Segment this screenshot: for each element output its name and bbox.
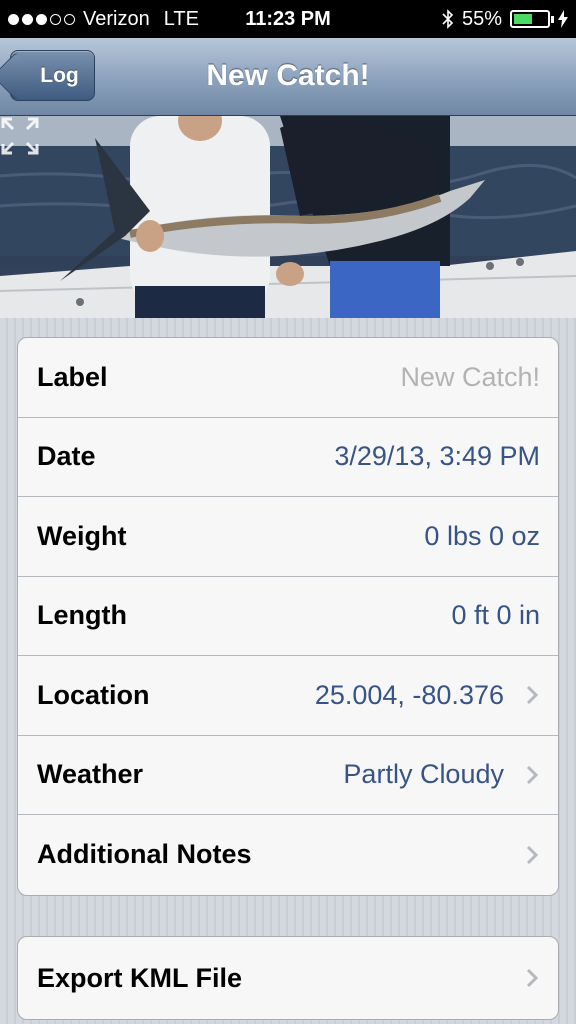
row-label[interactable]: Label New Catch! (18, 338, 558, 418)
chevron-right-icon (526, 844, 540, 866)
weather-value: Partly Cloudy (343, 759, 504, 790)
row-weight[interactable]: Weight 0 lbs 0 oz (18, 497, 558, 577)
row-length-title: Length (37, 600, 127, 631)
status-right: 55% (442, 0, 568, 38)
back-button-label: Log (40, 63, 79, 87)
row-weather[interactable]: Weather Partly Cloudy (18, 736, 558, 815)
catch-photo-image (0, 116, 576, 318)
charging-icon (558, 10, 568, 28)
expand-icon[interactable] (0, 116, 40, 156)
status-bar: Verizon LTE 11:23 PM 55% (0, 0, 576, 38)
length-value: 0 ft 0 in (451, 600, 540, 631)
export-group: Export KML File (17, 936, 559, 1020)
label-field[interactable]: New Catch! (400, 362, 540, 393)
row-location[interactable]: Location 25.004, -80.376 (18, 656, 558, 736)
navigation-bar: Log New Catch! (0, 38, 576, 116)
row-additional-notes[interactable]: Additional Notes (18, 815, 558, 895)
date-value: 3/29/13, 3:49 PM (334, 441, 540, 472)
back-arrow-icon (0, 51, 41, 101)
row-location-title: Location (37, 679, 150, 710)
back-button[interactable]: Log (0, 50, 95, 101)
row-weather-title: Weather (37, 759, 144, 790)
location-value: 25.004, -80.376 (314, 679, 504, 710)
page-title: New Catch! (206, 59, 370, 92)
row-date[interactable]: Date 3/29/13, 3:49 PM (18, 418, 558, 497)
catch-details-group: Label New Catch! Date 3/29/13, 3:49 PM W… (17, 337, 559, 896)
catch-photo[interactable] (0, 116, 576, 318)
chevron-right-icon (526, 684, 540, 706)
row-length[interactable]: Length 0 ft 0 in (18, 577, 558, 656)
export-kml-label: Export KML File (37, 962, 243, 993)
row-date-title: Date (37, 441, 96, 472)
battery-icon (510, 10, 554, 28)
bluetooth-icon (442, 9, 454, 29)
weight-value: 0 lbs 0 oz (424, 520, 540, 551)
chevron-right-icon (526, 967, 540, 989)
row-notes-title: Additional Notes (37, 839, 252, 870)
row-weight-title: Weight (37, 520, 127, 551)
battery-percent: 55% (461, 8, 502, 30)
export-kml-button[interactable]: Export KML File (18, 937, 558, 1019)
row-label-title: Label (37, 361, 108, 392)
chevron-right-icon (526, 764, 540, 786)
